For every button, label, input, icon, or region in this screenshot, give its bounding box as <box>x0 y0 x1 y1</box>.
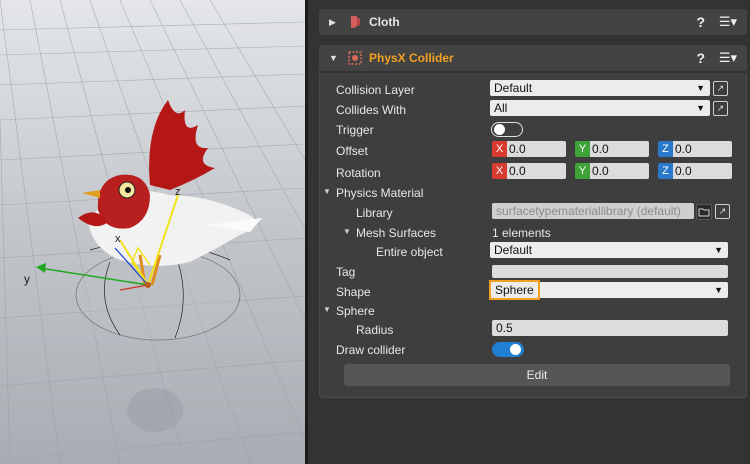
trigger-toggle[interactable] <box>491 122 523 137</box>
rotation-label: Rotation <box>336 166 381 180</box>
draw-collider-toggle[interactable] <box>492 342 524 357</box>
viewport-scene: y z x <box>0 0 305 464</box>
physx-collider-icon <box>348 51 362 65</box>
collapse-caret-icon[interactable]: ▼ <box>329 53 341 63</box>
mesh-surfaces-count: 1 elements <box>492 226 551 240</box>
library-field[interactable]: surfacetypemateriallibrary (default) <box>492 203 694 219</box>
offset-z-field[interactable]: Z 0.0 <box>658 141 732 157</box>
cloth-title: Cloth <box>369 15 400 29</box>
help-icon[interactable]: ? <box>696 50 705 66</box>
tag-row: Tag <box>320 262 740 282</box>
menu-icon[interactable]: ☰▾ <box>719 14 737 30</box>
physx-collider-header[interactable]: ▼ PhysX Collider ? ☰▾ <box>319 45 747 71</box>
collides-with-row: Collides With All ▼ ↗ <box>320 100 740 120</box>
cloth-icon <box>351 16 360 28</box>
entire-object-row: Entire object Default ▼ <box>320 242 740 262</box>
entire-object-value: Default <box>494 243 533 257</box>
radius-input[interactable]: 0.5 <box>492 320 728 336</box>
cloth-component-header[interactable]: ▶ Cloth ? ☰▾ <box>319 9 747 35</box>
entity-inspector: ▶ Cloth ? ☰▾ ▼ PhysX Collider ? ☰▾ Colli… <box>308 0 750 464</box>
collides-with-label: Collides With <box>336 103 407 117</box>
trigger-row: Trigger <box>320 120 740 140</box>
draw-collider-label: Draw collider <box>336 343 406 357</box>
tag-label: Tag <box>336 265 356 279</box>
offset-row: Offset X 0.0 Y 0.0 Z 0.0 <box>320 141 740 161</box>
sphere-row[interactable]: ▼ Sphere <box>320 301 740 321</box>
collides-with-dropdown[interactable]: All ▼ <box>490 100 710 116</box>
axis-y-label: y <box>24 272 30 286</box>
tag-input[interactable] <box>492 265 728 278</box>
dropdown-arrow-icon: ▼ <box>696 83 705 93</box>
library-label: Library <box>356 206 393 220</box>
rotation-y-field[interactable]: Y 0.0 <box>575 163 649 179</box>
rotation-x-field[interactable]: X 0.0 <box>492 163 566 179</box>
trigger-label: Trigger <box>336 123 374 137</box>
edit-button[interactable]: Edit <box>344 364 730 386</box>
axis-x-label: x <box>115 233 121 245</box>
open-asset-icon[interactable]: ↗ <box>715 204 730 219</box>
shape-label: Shape <box>336 285 371 299</box>
mesh-surfaces-row[interactable]: ▼ Mesh Surfaces 1 elements <box>320 223 740 243</box>
entire-object-dropdown[interactable]: Default ▼ <box>490 242 728 258</box>
collision-layer-value: Default <box>494 81 533 95</box>
physx-collider-title: PhysX Collider <box>369 51 454 65</box>
shape-value: Sphere <box>489 280 540 300</box>
dropdown-arrow-icon: ▼ <box>714 245 723 255</box>
radius-row: Radius 0.5 <box>320 320 740 340</box>
offset-x-field[interactable]: X 0.0 <box>492 141 566 157</box>
axis-z-label: z <box>175 186 181 198</box>
physics-material-row[interactable]: ▼ Physics Material <box>320 183 740 203</box>
collapse-caret-icon[interactable]: ▼ <box>323 187 331 196</box>
collision-layer-dropdown[interactable]: Default ▼ <box>490 80 710 96</box>
dropdown-arrow-icon: ▼ <box>714 285 723 295</box>
edit-groups-icon[interactable]: ↗ <box>713 101 728 116</box>
library-row: Library surfacetypemateriallibrary (defa… <box>320 203 740 223</box>
collides-with-value: All <box>494 101 508 115</box>
physics-material-label: Physics Material <box>336 186 424 200</box>
menu-icon[interactable]: ☰▾ <box>719 50 737 66</box>
mesh-surfaces-label: Mesh Surfaces <box>356 226 437 240</box>
entire-object-label: Entire object <box>376 245 443 259</box>
rotation-row: Rotation X 0.0 Y 0.0 Z 0.0 <box>320 163 740 183</box>
rotation-z-field[interactable]: Z 0.0 <box>658 163 732 179</box>
help-icon[interactable]: ? <box>696 14 705 30</box>
collapse-caret-icon[interactable]: ▼ <box>323 305 331 314</box>
physx-collider-body: Collision Layer Default ▼ ↗ Collides Wit… <box>319 73 747 398</box>
viewport[interactable]: y z x <box>0 0 305 464</box>
offset-y-field[interactable]: Y 0.0 <box>575 141 649 157</box>
draw-collider-row: Draw collider <box>320 340 740 360</box>
dropdown-arrow-icon: ▼ <box>696 103 705 113</box>
shape-row: Shape Sphere ▼ <box>320 280 740 302</box>
collapse-caret-icon[interactable]: ▼ <box>343 227 351 236</box>
radius-label: Radius <box>356 323 394 337</box>
collision-layer-label: Collision Layer <box>336 83 415 97</box>
edit-layers-icon[interactable]: ↗ <box>713 81 728 96</box>
collision-layer-row: Collision Layer Default ▼ ↗ <box>320 80 740 100</box>
shape-dropdown[interactable]: Sphere ▼ <box>489 280 728 300</box>
browse-folder-icon[interactable] <box>696 204 712 220</box>
sphere-label: Sphere <box>336 304 375 318</box>
offset-label: Offset <box>336 144 368 158</box>
expand-caret-icon[interactable]: ▶ <box>329 17 341 28</box>
